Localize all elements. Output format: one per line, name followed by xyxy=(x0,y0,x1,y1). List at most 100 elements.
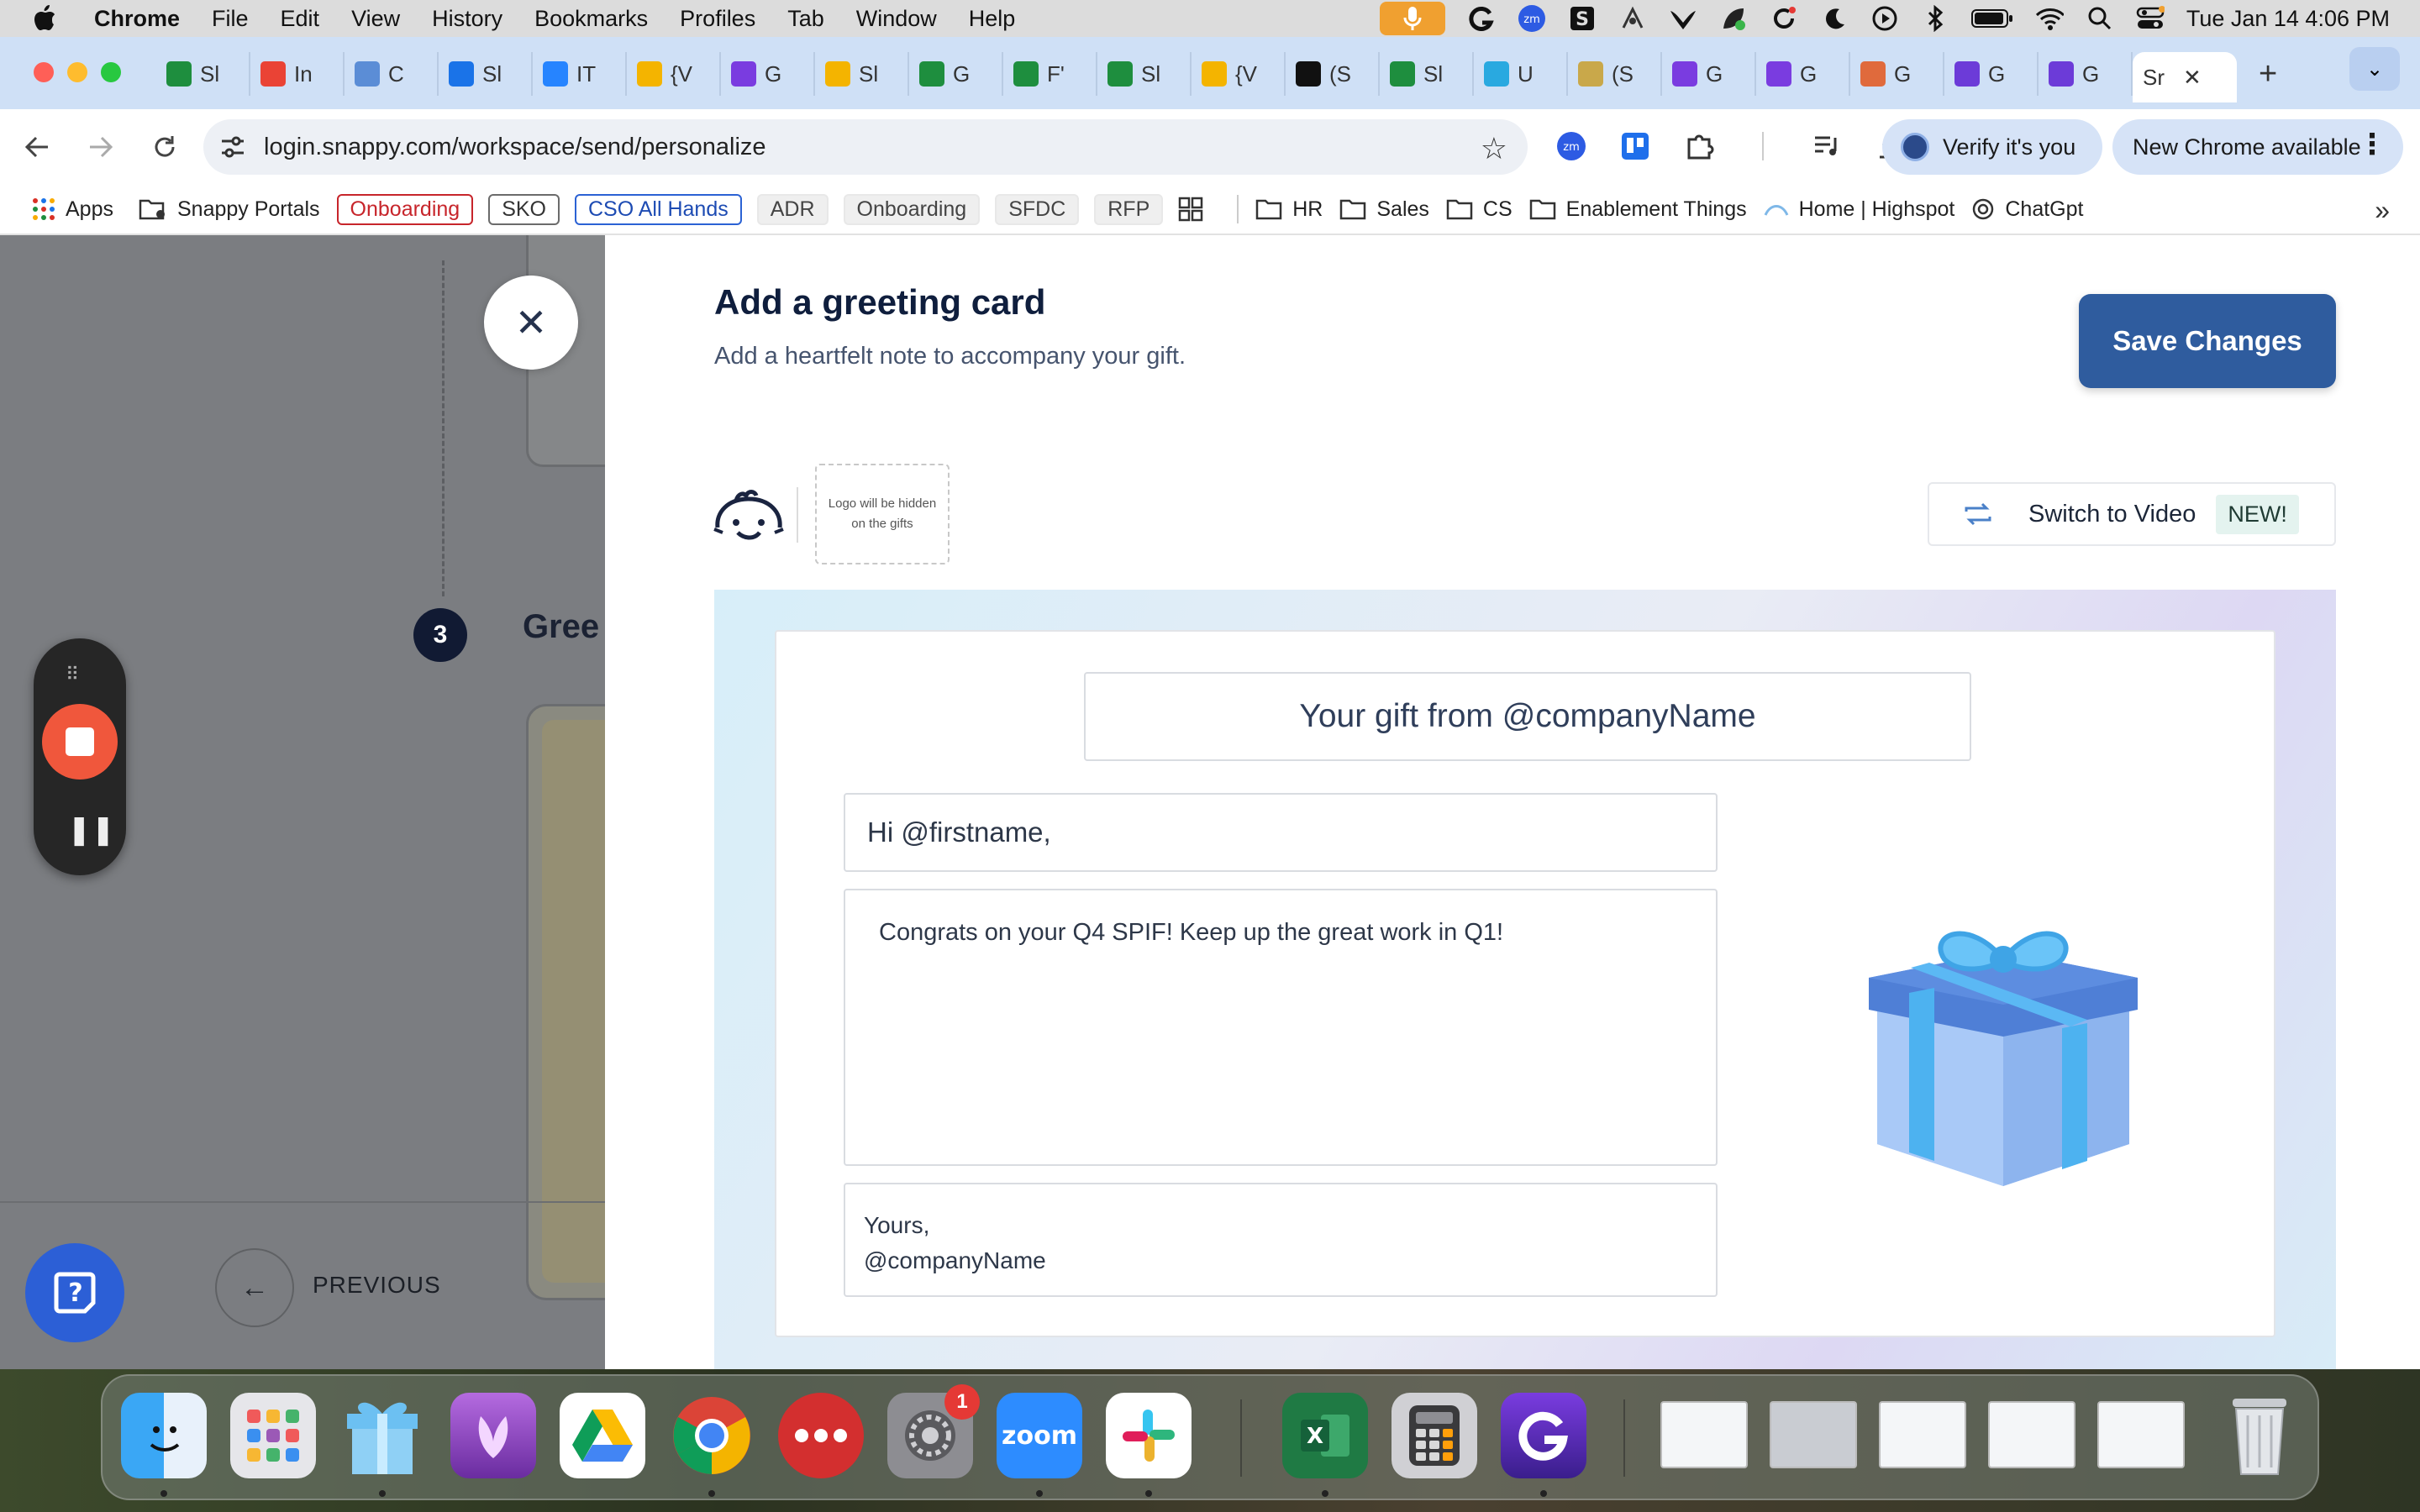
tab-21[interactable]: G xyxy=(2039,52,2133,96)
a-status-icon[interactable] xyxy=(1618,4,1647,33)
alfred-icon[interactable] xyxy=(778,1393,864,1478)
bookmark-chatgpt[interactable]: ChatGpt xyxy=(1971,197,2083,222)
bookmark-rfp[interactable]: RFP xyxy=(1094,193,1164,225)
tab-10[interactable]: F' xyxy=(1003,52,1097,96)
play-status-icon[interactable] xyxy=(1870,4,1899,33)
menu-tab[interactable]: Tab xyxy=(787,6,824,32)
tab-8[interactable]: Sl xyxy=(815,52,909,96)
tab-7[interactable]: G xyxy=(721,52,815,96)
card-subject-field[interactable]: Your gift from @companyName xyxy=(1084,672,1971,761)
bookmark-onboarding[interactable]: Onboarding xyxy=(843,193,981,225)
tab-6[interactable]: {V xyxy=(627,52,721,96)
tab-15[interactable]: U xyxy=(1474,52,1568,96)
previous-button[interactable]: ← xyxy=(215,1248,294,1327)
window-thumbnail-1[interactable] xyxy=(1660,1401,1748,1468)
bookmark-highspot[interactable]: Home | Highspot xyxy=(1764,197,1954,222)
new-tab-button[interactable]: + xyxy=(2259,56,2277,92)
tab-groups-icon[interactable] xyxy=(1178,197,1203,222)
tab-17[interactable]: G xyxy=(1662,52,1756,96)
tab-1[interactable]: Sl xyxy=(156,52,250,96)
tab-13[interactable]: (S xyxy=(1286,52,1380,96)
previous-label[interactable]: PREVIOUS xyxy=(313,1272,441,1299)
menu-profiles[interactable]: Profiles xyxy=(680,6,755,32)
menu-edit[interactable]: Edit xyxy=(281,6,320,32)
window-thumbnail-2[interactable] xyxy=(1770,1401,1857,1468)
close-modal-button[interactable]: ✕ xyxy=(484,276,578,370)
menu-history[interactable]: History xyxy=(432,6,502,32)
grammarly-icon[interactable] xyxy=(1467,4,1496,33)
tab-11[interactable]: Sl xyxy=(1097,52,1192,96)
snappy-gift-icon[interactable] xyxy=(339,1393,425,1478)
menubar-clock[interactable]: Tue Jan 14 4:06 PM xyxy=(2186,6,2390,32)
leaf-status-icon[interactable] xyxy=(1719,4,1748,33)
trello-extension-icon[interactable] xyxy=(1618,129,1652,163)
extensions-puzzle-icon[interactable] xyxy=(1682,129,1716,163)
tab-active[interactable]: Sr ✕ xyxy=(2133,52,2237,102)
zoom-app-icon[interactable]: zoom xyxy=(997,1393,1082,1478)
bird-status-icon[interactable] xyxy=(1669,4,1697,33)
close-window-button[interactable] xyxy=(34,62,54,82)
bookmark-apps[interactable]: Apps xyxy=(32,197,113,222)
microphone-icon[interactable] xyxy=(1379,2,1445,35)
bookmark-adr[interactable]: ADR xyxy=(756,193,829,225)
bookmark-sko[interactable]: SKO xyxy=(488,193,560,225)
switch-to-video-button[interactable]: Switch to Video NEW! xyxy=(1928,482,2336,546)
tab-12[interactable]: {V xyxy=(1192,52,1286,96)
menu-file[interactable]: File xyxy=(212,6,249,32)
drag-handle-icon[interactable]: ⠿ xyxy=(66,664,81,685)
bookmark-snappy-portals[interactable]: Snappy Portals xyxy=(139,197,320,222)
bookmark-cso-all-hands[interactable]: CSO All Hands xyxy=(574,193,742,225)
chrome-icon[interactable] xyxy=(669,1393,755,1478)
stop-recording-button[interactable] xyxy=(42,704,118,780)
bookmark-folder-cs[interactable]: CS xyxy=(1446,197,1512,222)
wifi-icon[interactable] xyxy=(2035,4,2064,33)
zoom-window-button[interactable] xyxy=(101,62,121,82)
bookmark-folder-sales[interactable]: Sales xyxy=(1339,197,1429,222)
moon-icon[interactable] xyxy=(1820,4,1849,33)
glean-app-icon[interactable] xyxy=(1501,1393,1586,1478)
tab-4[interactable]: Sl xyxy=(439,52,533,96)
menu-view[interactable]: View xyxy=(351,6,400,32)
menu-help[interactable]: Help xyxy=(969,6,1016,32)
google-drive-icon[interactable] xyxy=(560,1393,645,1478)
tab-3[interactable]: C xyxy=(345,52,439,96)
calculator-icon[interactable] xyxy=(1392,1393,1477,1478)
tab-5[interactable]: IT xyxy=(533,52,627,96)
bookmark-sfdc[interactable]: SFDC xyxy=(995,193,1080,225)
tab-search-button[interactable]: ⌄ xyxy=(2349,47,2400,91)
reload-button[interactable] xyxy=(148,130,182,164)
excel-icon[interactable]: X xyxy=(1282,1393,1368,1478)
bluetooth-icon[interactable] xyxy=(1921,4,1949,33)
spotlight-search-icon[interactable] xyxy=(2086,4,2114,33)
site-settings-icon[interactable] xyxy=(218,133,247,161)
company-logo-upload[interactable]: Logo will be hidden on the gifts xyxy=(815,464,950,564)
battery-icon[interactable] xyxy=(1970,4,2013,33)
tab-9[interactable]: G xyxy=(909,52,1003,96)
pause-recording-button[interactable]: ❚❚ xyxy=(67,813,115,847)
menu-app-name[interactable]: Chrome xyxy=(94,6,180,32)
media-controls-icon[interactable] xyxy=(1810,129,1844,163)
sync-status-icon[interactable] xyxy=(1770,4,1798,33)
tab-18[interactable]: G xyxy=(1756,52,1850,96)
tab-14[interactable]: Sl xyxy=(1380,52,1474,96)
menu-window[interactable]: Window xyxy=(856,6,937,32)
card-greeting-field[interactable]: Hi @firstname, xyxy=(844,793,1718,872)
launchpad-icon[interactable] xyxy=(230,1393,316,1478)
save-changes-button[interactable]: Save Changes xyxy=(2079,294,2336,388)
address-url[interactable]: login.snappy.com/workspace/send/personal… xyxy=(264,134,766,161)
bookmark-star-icon[interactable]: ☆ xyxy=(1481,131,1507,166)
bookmark-folder-enablement[interactable]: Enablement Things xyxy=(1529,197,1747,222)
control-center-icon[interactable] xyxy=(2136,4,2165,33)
menu-bookmarks[interactable]: Bookmarks xyxy=(534,6,648,32)
finder-icon[interactable] xyxy=(121,1393,207,1478)
new-chrome-button[interactable]: New Chrome available ⋮ xyxy=(2112,119,2403,175)
apple-icon[interactable] xyxy=(32,4,60,33)
more-bookmarks-icon[interactable]: » xyxy=(2375,195,2390,226)
lotus-app-icon[interactable] xyxy=(450,1393,536,1478)
bookmark-folder-hr[interactable]: HR xyxy=(1255,197,1323,222)
s-status-icon[interactable]: S xyxy=(1568,4,1597,33)
bookmark-onboarding-red[interactable]: Onboarding xyxy=(336,193,474,225)
window-thumbnail-3[interactable] xyxy=(1879,1401,1966,1468)
back-button[interactable] xyxy=(20,130,54,164)
verify-profile-button[interactable]: Verify it's you xyxy=(1882,119,2102,175)
